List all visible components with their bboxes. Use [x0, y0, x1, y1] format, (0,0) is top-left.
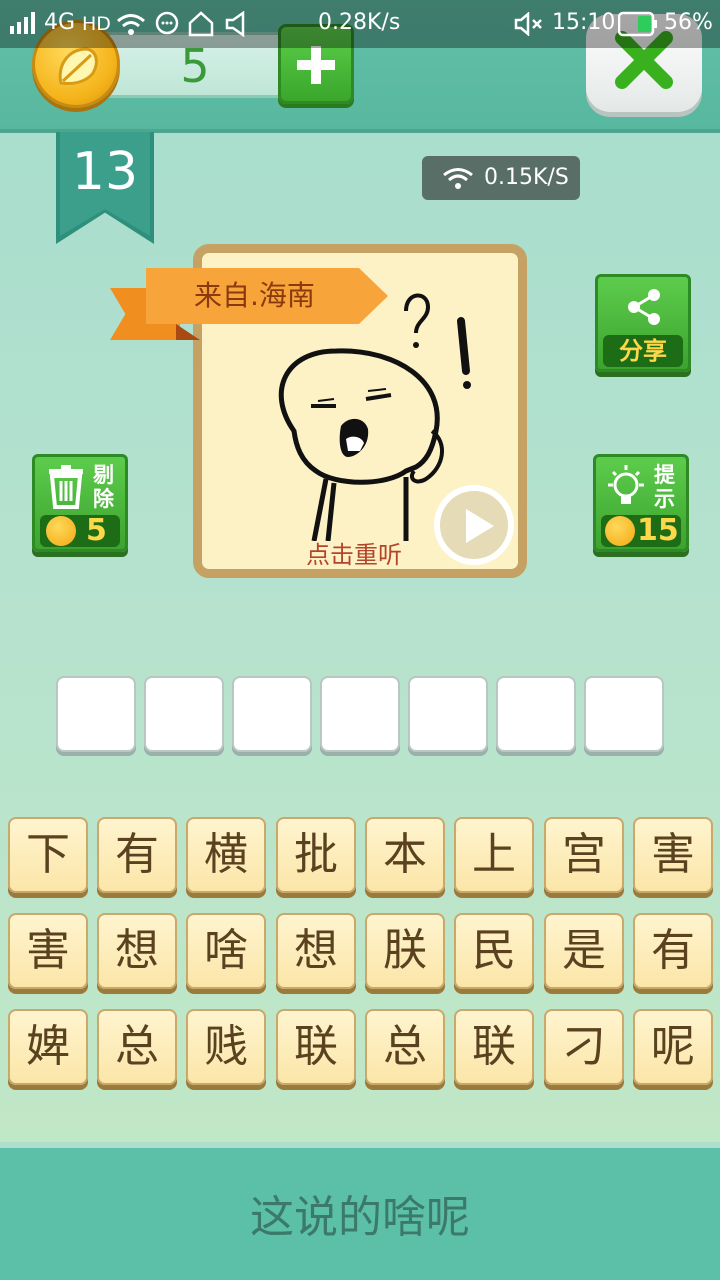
remove-label-top: 剔: [93, 463, 114, 487]
char-tile[interactable]: 啥: [186, 913, 266, 989]
remove-cost: 5: [86, 513, 107, 548]
wifi-icon: [443, 168, 473, 189]
char-tile[interactable]: 宫: [544, 817, 624, 893]
coin-icon: [605, 516, 635, 546]
char-tile[interactable]: 有: [97, 817, 177, 893]
answer-slot[interactable]: [232, 676, 312, 752]
hint-button[interactable]: 提 示 15: [593, 454, 689, 552]
char-tile[interactable]: 害: [633, 817, 713, 893]
coin-icon: [46, 516, 76, 546]
char-tile[interactable]: 本: [365, 817, 445, 893]
hint-cost: 15: [637, 513, 679, 548]
char-tile[interactable]: 贱: [186, 1009, 266, 1085]
signal-icon: [10, 12, 40, 42]
share-label: 分享: [619, 337, 667, 365]
mute-icon: [514, 11, 544, 42]
char-tile[interactable]: 呢: [633, 1009, 713, 1085]
status-speed: 0.28K/s: [318, 10, 401, 35]
remove-button[interactable]: 剔 除 5: [32, 454, 128, 552]
battery-percent: 56%: [664, 10, 713, 35]
footer-caption: 这说的啥呢: [0, 1142, 720, 1280]
char-tile[interactable]: 婢: [8, 1009, 88, 1085]
answer-slot[interactable]: [320, 676, 400, 752]
char-tile[interactable]: 害: [8, 913, 88, 989]
hint-cost-box: 15: [601, 513, 681, 548]
char-tile[interactable]: 民: [454, 913, 534, 989]
share-label-box: 分享: [603, 335, 683, 367]
char-tile[interactable]: 联: [454, 1009, 534, 1085]
char-tile[interactable]: 总: [365, 1009, 445, 1085]
status-bar: 4G HD 0.28K/s 15:10 56%: [0, 0, 720, 48]
answer-slot[interactable]: [408, 676, 488, 752]
char-tile[interactable]: 批: [276, 817, 356, 893]
char-tile[interactable]: 朕: [365, 913, 445, 989]
net-speed-badge: 0.15K/S: [422, 156, 580, 200]
hint-label-top: 提: [654, 463, 675, 487]
char-tile[interactable]: 有: [633, 913, 713, 989]
char-tile[interactable]: 下: [8, 817, 88, 893]
lightbulb-icon: [608, 465, 644, 504]
net-speed-text: 0.15K/S: [484, 165, 569, 190]
char-tile[interactable]: 想: [97, 913, 177, 989]
char-tile[interactable]: 刁: [544, 1009, 624, 1085]
share-icon: [628, 289, 660, 325]
answer-slot[interactable]: [56, 676, 136, 752]
char-tile[interactable]: 是: [544, 913, 624, 989]
char-tile[interactable]: 想: [276, 913, 356, 989]
answer-slot[interactable]: [144, 676, 224, 752]
battery-icon: [617, 11, 658, 43]
hd-indicator: HD: [82, 13, 111, 35]
answer-slot[interactable]: [496, 676, 576, 752]
share-button[interactable]: 分享: [595, 274, 691, 372]
speaker-icon: [224, 10, 250, 43]
message-icon: [154, 11, 180, 43]
replay-play-button[interactable]: [434, 485, 514, 565]
level-number: 13: [60, 132, 150, 236]
replay-hint: 点击重听: [306, 541, 402, 569]
status-time: 15:10: [552, 10, 616, 35]
char-tile[interactable]: 总: [97, 1009, 177, 1085]
trash-icon: [49, 465, 83, 509]
wifi-icon: [116, 12, 146, 42]
source-tag: 来自.海南: [146, 268, 388, 324]
remove-label-bottom: 除: [93, 487, 114, 511]
hint-label-bottom: 示: [654, 487, 675, 511]
network-type: 4G: [44, 10, 76, 35]
char-tile[interactable]: 联: [276, 1009, 356, 1085]
char-tile[interactable]: 横: [186, 817, 266, 893]
home-icon: [188, 11, 214, 43]
answer-slot[interactable]: [584, 676, 664, 752]
remove-cost-box: 5: [40, 513, 120, 548]
char-tile[interactable]: 上: [454, 817, 534, 893]
